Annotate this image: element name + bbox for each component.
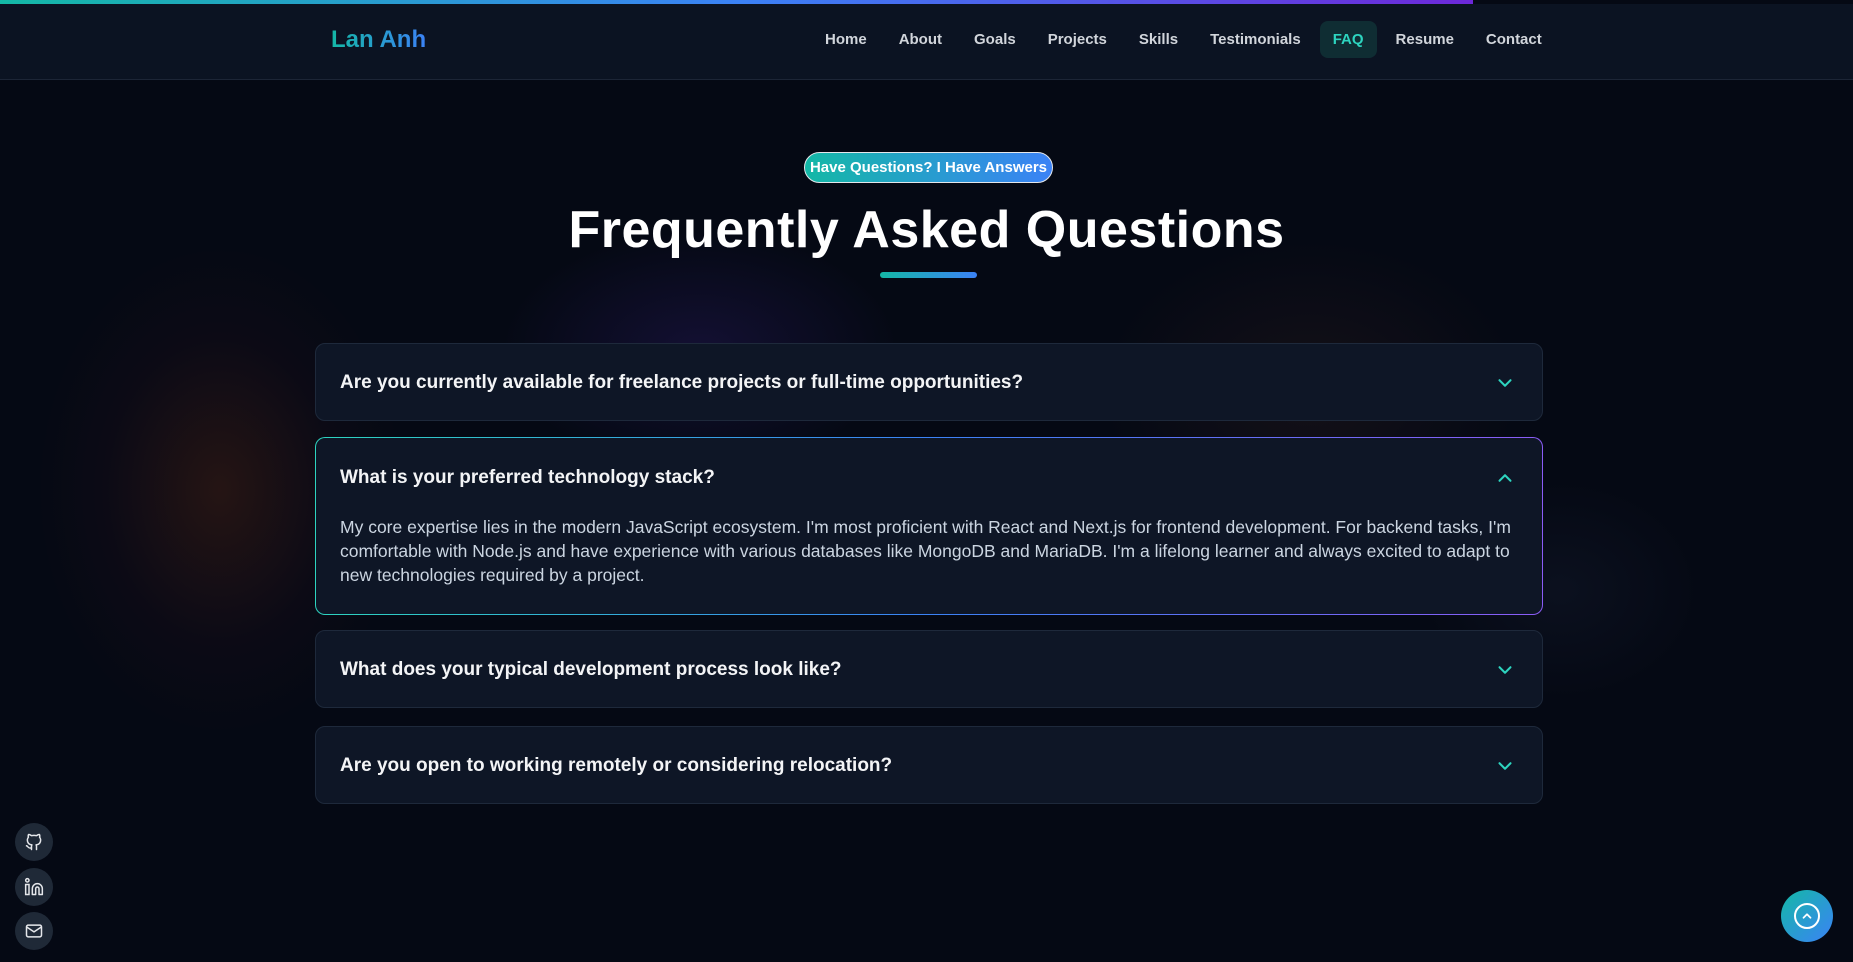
site-logo[interactable]: Lan Anh <box>331 26 426 54</box>
faq-item[interactable]: Are you open to working remotely or cons… <box>315 726 1543 804</box>
faq-question: Are you currently available for freelanc… <box>340 372 1024 393</box>
arrow-up-icon <box>1794 903 1820 929</box>
faq-question: Are you open to working remotely or cons… <box>340 755 893 776</box>
linkedin-icon <box>24 877 44 896</box>
mail-icon <box>25 924 43 938</box>
page-title: Frequently Asked Questions <box>568 201 1285 259</box>
nav-item-resume[interactable]: Resume <box>1383 21 1467 58</box>
chevron-down-icon[interactable] <box>1494 659 1516 681</box>
nav-item-projects[interactable]: Projects <box>1035 21 1120 58</box>
scroll-to-top-button[interactable] <box>1781 890 1833 942</box>
faq-item[interactable]: Are you currently available for freelanc… <box>315 343 1543 421</box>
nav-item-goals[interactable]: Goals <box>961 21 1029 58</box>
nav-item-faq[interactable]: FAQ <box>1319 21 1377 58</box>
mail-button[interactable] <box>15 912 53 950</box>
chevron-down-icon[interactable] <box>1494 372 1516 394</box>
title-underline <box>880 272 977 278</box>
nav-item-contact[interactable]: Contact <box>1473 21 1555 58</box>
faq-answer: My core expertise lies in the modern Jav… <box>340 517 1511 585</box>
linkedin-button[interactable] <box>15 868 53 906</box>
nav-item-home[interactable]: Home <box>812 21 880 58</box>
nav-item-about[interactable]: About <box>886 21 955 58</box>
faq-question: What does your typical development proce… <box>340 659 842 680</box>
nav-item-testimonials[interactable]: Testimonials <box>1197 21 1314 58</box>
github-button[interactable] <box>15 823 53 861</box>
chevron-up-icon[interactable] <box>1494 467 1516 489</box>
faq-item-open[interactable]: What is your preferred technology stack?… <box>315 437 1543 615</box>
github-icon <box>25 833 42 851</box>
faq-question: What is your preferred technology stack? <box>340 467 715 488</box>
chevron-down-icon[interactable] <box>1494 755 1516 777</box>
nav-item-skills[interactable]: Skills <box>1126 21 1191 58</box>
faq-item[interactable]: What does your typical development proce… <box>315 630 1543 708</box>
section-badge: Have Questions? I Have Answers <box>804 152 1053 183</box>
site-header: Lan Anh Home About Goals Projects Skills… <box>0 4 1853 80</box>
main-nav: Home About Goals Projects Skills Testimo… <box>812 21 1561 58</box>
